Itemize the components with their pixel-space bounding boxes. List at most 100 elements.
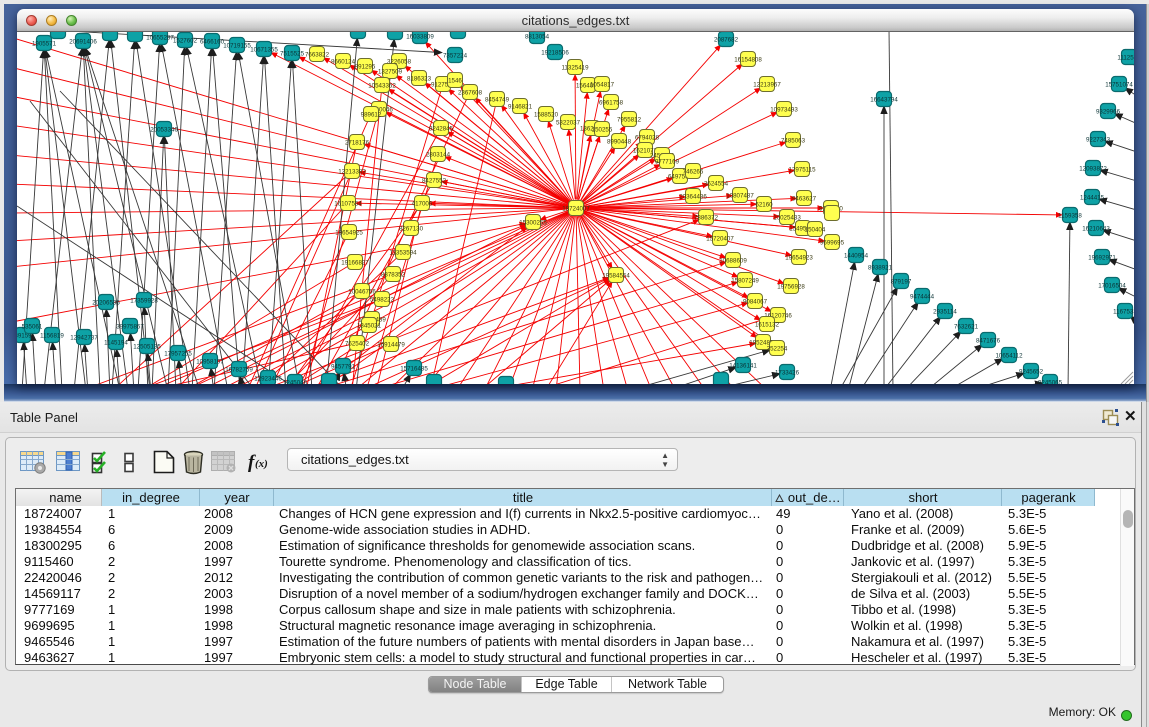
svg-text:9777169: 9777169 [655,158,680,165]
svg-text:10543362: 10543362 [368,82,396,89]
svg-text:16033809: 16033809 [406,33,434,40]
svg-text:1145194: 1145194 [104,339,128,346]
svg-text:19218506: 19218506 [541,49,569,56]
svg-text:16643794: 16643794 [870,96,898,103]
svg-text:9463627: 9463627 [792,195,817,202]
svg-text:9245065: 9245065 [1038,379,1063,384]
svg-text:891295: 891295 [355,63,376,70]
svg-text:150404: 150404 [805,226,826,233]
svg-text:7955812: 7955812 [617,116,642,123]
svg-text:19584554: 19584554 [602,272,630,279]
svg-text:535061: 535061 [22,323,43,330]
svg-text:19654925: 19654925 [335,229,363,236]
svg-text:16154808: 16154808 [734,56,762,63]
svg-text:20206536: 20206536 [92,299,120,306]
svg-text:62160: 62160 [755,201,773,208]
svg-text:9242845: 9242845 [429,125,454,132]
svg-text:12942737: 12942737 [70,334,98,341]
svg-text:7515525: 7515525 [280,50,305,57]
svg-text:10688609: 10688609 [719,257,747,264]
svg-text:2087682: 2087682 [714,36,739,43]
svg-text:1546: 1546 [448,77,462,84]
svg-text:39975867: 39975867 [116,323,144,330]
svg-text:9245652: 9245652 [1019,368,1044,375]
svg-text:9699695: 9699695 [820,239,845,246]
svg-text:8813054: 8813054 [525,33,550,40]
svg-text:16782759: 16782759 [225,366,253,373]
svg-text:1244415: 1244415 [1080,194,1105,201]
svg-text:1167533: 1167533 [1113,308,1134,315]
svg-text:20691406: 20691406 [69,38,97,45]
svg-text:879197: 879197 [891,278,912,285]
svg-text:1112536: 1112536 [1117,54,1134,61]
svg-text:2718176: 2718176 [345,139,370,146]
svg-text:9227343: 9227343 [1086,136,1111,143]
svg-text:12213383: 12213383 [338,168,366,175]
svg-text:1527602: 1527602 [173,37,198,44]
svg-text:10025433: 10025433 [773,214,801,221]
svg-text:10973493: 10973493 [770,106,798,113]
svg-text:8454749: 8454749 [485,96,510,103]
svg-text:15720407: 15720407 [706,235,734,242]
svg-text:17016504: 17016504 [1098,282,1126,289]
svg-text:2935114: 2935114 [933,308,957,315]
svg-text:1588520: 1588520 [534,111,559,118]
svg-text:10958107: 10958107 [196,358,224,365]
svg-text:17359928: 17359928 [130,297,158,304]
svg-text:15751074: 15751074 [1105,81,1133,88]
svg-text:8186323: 8186323 [407,75,432,82]
svg-text:1327509: 1327509 [378,68,403,75]
svg-text:1054817: 1054817 [590,81,615,88]
svg-text:12505135: 12505135 [133,343,161,350]
svg-text:19166827: 19166827 [341,259,369,266]
svg-text:7485063: 7485063 [781,137,806,144]
svg-text:417006: 417006 [412,200,433,207]
svg-text:19756928: 19756928 [777,283,805,290]
svg-text:10719155: 10719155 [223,42,251,49]
svg-text:14136141: 14136141 [729,362,757,369]
svg-text:19692971: 19692971 [1088,254,1116,261]
svg-text:10654112: 10654112 [995,352,1023,359]
svg-text:1733426: 1733426 [775,369,800,376]
svg-text:2367608: 2367608 [458,89,483,96]
svg-text:1159358: 1159358 [1058,212,1082,219]
svg-text:9457791: 9457791 [331,363,356,370]
svg-text:10655287: 10655287 [146,34,174,41]
svg-text:9146821: 9146821 [508,103,533,110]
svg-text:12975115: 12975115 [788,166,816,173]
svg-text:8938921: 8938921 [868,264,893,271]
svg-text:746266: 746266 [683,168,704,175]
svg-text:9084067: 9084067 [743,298,768,305]
svg-text:15716485: 15716485 [400,365,428,372]
svg-text:1245046: 1245046 [283,379,308,384]
svg-text:15300255: 15300255 [519,219,547,226]
svg-text:12923446: 12923446 [254,375,282,382]
svg-text:3624554: 3624554 [704,180,729,187]
svg-text:9474444: 9474444 [910,293,935,300]
svg-text:8660124: 8660124 [331,58,356,65]
svg-text:12213967: 12213967 [753,81,781,88]
svg-text:6466160: 6466160 [200,38,225,45]
svg-text:18724007: 18724007 [562,205,590,212]
svg-text:5498222: 5498222 [370,296,395,303]
svg-text:11353594: 11353594 [389,249,417,256]
svg-text:17957255: 17957255 [164,350,192,357]
svg-text:15807249: 15807249 [731,277,759,284]
svg-text:5322037: 5322037 [556,119,581,126]
svg-text:12093872: 12093872 [1079,165,1107,172]
svg-text:(x): (x) [255,458,268,470]
svg-text:252254: 252254 [767,345,788,352]
svg-text:7886372: 7886372 [694,214,719,221]
svg-text:7663822: 7663822 [305,51,330,58]
svg-text:20053346: 20053346 [150,126,178,133]
svg-text:16210643: 16210643 [1082,225,1110,232]
svg-text:6794028: 6794028 [635,134,660,141]
svg-text:20364436: 20364436 [679,193,707,200]
svg-text:2803144: 2803144 [426,151,451,158]
svg-text:1345021: 1345021 [357,322,382,329]
svg-text:9329966: 9329966 [1096,108,1121,115]
svg-text:8990448: 8990448 [607,138,632,145]
svg-text:8427552: 8427552 [422,177,447,184]
svg-text:1905571: 1905571 [32,40,57,47]
svg-text:1156819: 1156819 [40,332,64,339]
